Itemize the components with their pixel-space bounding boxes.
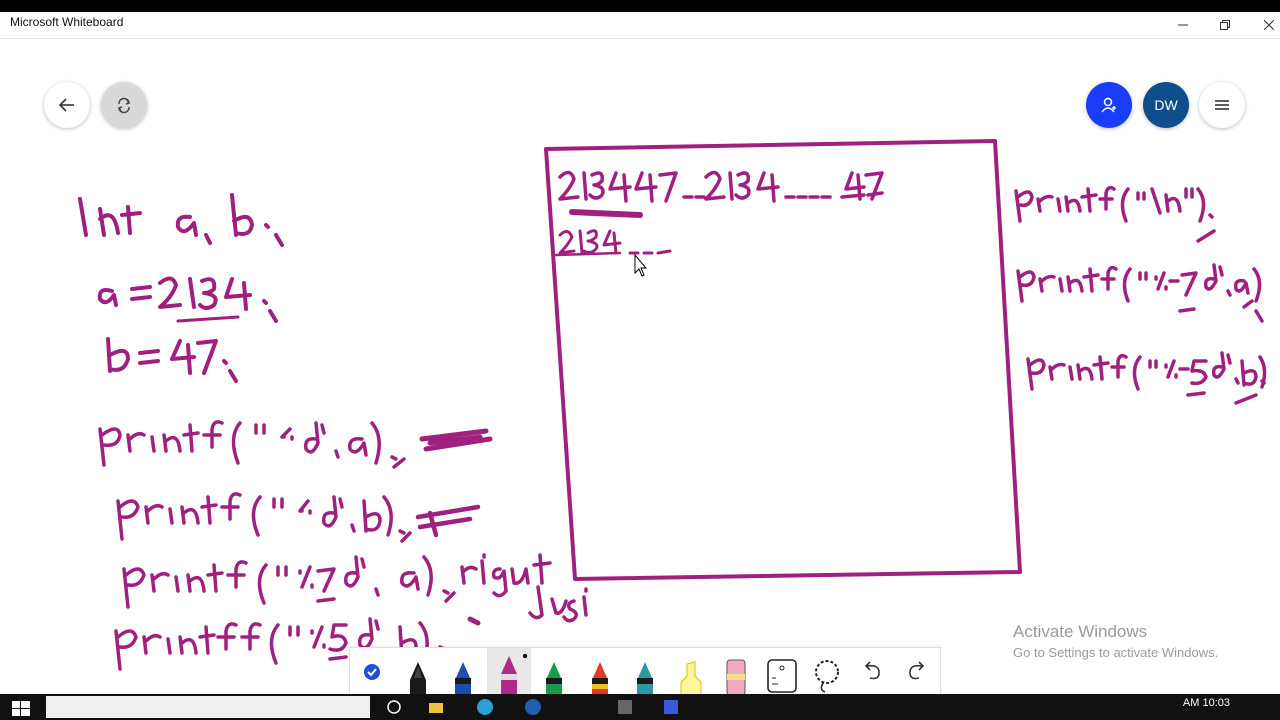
activate-windows-subtitle: Go to Settings to activate Windows.: [1013, 645, 1219, 660]
pen-black-icon: [410, 662, 426, 695]
invite-button[interactable]: [1086, 82, 1132, 128]
ruler-icon: [767, 659, 797, 693]
close-icon: [1264, 20, 1274, 30]
tool-pen-green[interactable]: [532, 648, 576, 695]
taskbar-app2-icon[interactable]: [616, 698, 634, 716]
highlighter-icon: [680, 661, 702, 695]
minimize-icon: [1178, 24, 1188, 26]
pen-blue-icon: [455, 662, 471, 695]
ink-line-b-assign: [106, 337, 238, 383]
ink-right-printf-a: [1016, 263, 1264, 323]
system-clock[interactable]: AM 10:03: [1183, 697, 1230, 709]
whiteboard-canvas[interactable]: DW: [0, 39, 1280, 694]
add-person-icon: [1101, 97, 1116, 113]
ink-line-int: [78, 193, 284, 247]
ink-layer: [78, 139, 1267, 671]
pen-teal-icon: [637, 662, 653, 695]
tool-pen-red[interactable]: [578, 648, 622, 695]
tool-pen-teal[interactable]: [623, 648, 667, 695]
minimize-button[interactable]: [1163, 12, 1203, 38]
ink-line-printf-1: [98, 420, 493, 469]
redo-button[interactable]: [895, 648, 939, 695]
sync-button[interactable]: [101, 82, 147, 128]
sync-icon: [117, 97, 131, 114]
file-explorer-icon[interactable]: [428, 699, 444, 715]
undo-button[interactable]: [850, 648, 894, 695]
menu-button[interactable]: [1199, 82, 1245, 128]
task-view-icon[interactable]: [386, 699, 402, 715]
ink-toolbar: [349, 647, 941, 696]
eraser-icon: [726, 659, 746, 695]
taskbar: AM 10:03: [0, 694, 1280, 720]
ink-right-printf-newline: [1014, 185, 1216, 243]
tool-ruler[interactable]: [760, 648, 804, 695]
pen-green-icon: [546, 662, 562, 695]
check-circle-icon: [364, 664, 380, 680]
restore-icon: [1220, 20, 1230, 30]
tool-pen-black[interactable]: [396, 648, 440, 695]
ink-line-printf-2: [116, 492, 481, 543]
tool-select-check[interactable]: [350, 648, 394, 695]
hamburger-menu-icon: [1215, 100, 1229, 110]
title-bar: Microsoft Whiteboard: [0, 12, 1280, 39]
pen-magenta-icon: [501, 654, 527, 695]
ink-box-output-row1: [558, 170, 884, 203]
mouse-cursor-icon: [634, 253, 648, 277]
edge-browser-icon[interactable]: [476, 698, 494, 716]
restore-button[interactable]: [1205, 12, 1245, 38]
windows-start-icon[interactable]: [12, 697, 32, 717]
lasso-icon: [815, 660, 839, 693]
tool-lasso[interactable]: [805, 648, 849, 695]
redo-icon: [909, 661, 925, 680]
ink-underline: [569, 209, 643, 218]
activate-windows-title: Activate Windows: [1013, 622, 1148, 641]
ink-right-printf-b: [1026, 351, 1267, 405]
back-button[interactable]: [44, 82, 90, 128]
close-button[interactable]: [1249, 12, 1280, 38]
tool-eraser[interactable]: [714, 648, 758, 695]
avatar[interactable]: DW: [1143, 82, 1189, 128]
ink-box-output-row2: [554, 229, 672, 257]
tool-highlighter[interactable]: [669, 648, 713, 695]
ink-line-a-assign: [97, 276, 278, 323]
pen-rainbow-icon: [592, 662, 608, 695]
app-title: Microsoft Whiteboard: [10, 15, 124, 29]
taskbar-app-icon[interactable]: [524, 698, 542, 716]
taskbar-search-box[interactable]: [46, 696, 370, 718]
undo-icon: [864, 661, 880, 680]
whiteboard-app-icon[interactable]: [662, 698, 680, 716]
back-arrow-icon: [58, 98, 74, 112]
screen-top-bar: [0, 0, 1280, 12]
ink-line-printf-3: [122, 553, 588, 623]
output-box: [544, 139, 1022, 581]
tool-pen-blue[interactable]: [441, 648, 485, 695]
tool-pen-magenta[interactable]: [487, 648, 531, 695]
